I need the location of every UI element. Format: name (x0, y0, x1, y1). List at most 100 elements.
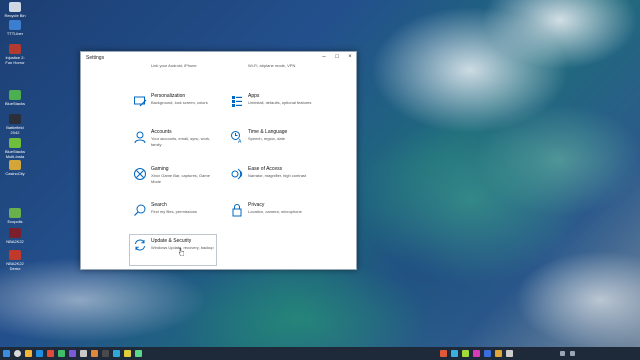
tile-name: Update & Security (151, 238, 192, 244)
settings-tile-personalization[interactable]: Personalization Background, lock screen,… (131, 92, 216, 120)
desktop-icon-battlefield[interactable]: Battlefield 2042 (2, 114, 28, 135)
settings-tile-phone[interactable]: Link your Android, iPhone (131, 63, 216, 81)
tile-description: Windows Update, recovery, backup (151, 245, 214, 250)
windows-start-icon[interactable] (3, 350, 10, 357)
apps-icon (232, 96, 242, 107)
tile-name: Search (151, 202, 167, 208)
app-icon (9, 20, 21, 30)
tile-description: Background, lock screen, colors (151, 100, 208, 105)
desktop-icon-recycle-bin[interactable]: Recycle Bin (2, 2, 28, 18)
tile-description: Your accounts, email, sync, work, family (151, 136, 211, 147)
settings-tile-network[interactable]: Wi-Fi, airplane mode, VPN (228, 63, 313, 81)
settings-home: Link your Android, iPhone Wi-Fi, airplan… (81, 63, 356, 269)
settings-tile-search[interactable]: Search Find my files, permissions (131, 201, 216, 229)
time-language-icon: A (231, 131, 242, 144)
app-icon[interactable] (69, 350, 76, 357)
app-icon (9, 90, 21, 100)
desktop-icon-label: BlueStacks (4, 101, 25, 106)
settings-tile-update-security[interactable]: Update & Security Windows Update, recove… (129, 234, 217, 266)
desktop-icon-label: Ecopolis (7, 219, 23, 224)
tile-description: Wi-Fi, airplane mode, VPN (248, 63, 296, 68)
browser-icon[interactable] (36, 350, 43, 357)
tile-description: Find my files, permissions (151, 209, 198, 214)
app-icon[interactable] (440, 350, 447, 357)
hand-cursor-icon (179, 248, 184, 256)
tile-name: Gaming (151, 166, 169, 172)
app-icon[interactable] (135, 350, 142, 357)
app-icon[interactable] (495, 350, 502, 357)
desktop-icon-bluestacks[interactable]: BlueStacks (2, 90, 28, 106)
settings-tile-gaming[interactable]: Gaming Xbox Game Bar, captures, Game Mod… (131, 165, 216, 193)
tile-description: Link your Android, iPhone (151, 63, 197, 68)
search-icon[interactable] (14, 350, 21, 357)
close-button[interactable]: × (344, 52, 356, 63)
desktop-icon-label: CasinoCity (5, 171, 25, 176)
game-icon (9, 114, 21, 124)
window-title: Settings (86, 55, 105, 61)
desktop-icon-label: NBA2K22 Demo (6, 261, 24, 271)
game-icon (9, 250, 21, 260)
recycle-bin-icon (9, 2, 21, 12)
tile-name: Ease of Access (248, 166, 283, 172)
app-icon[interactable] (124, 350, 131, 357)
tile-description: Narrator, magnifier, high contrast (248, 173, 307, 178)
volume-icon[interactable] (570, 351, 575, 356)
app-icon[interactable] (451, 350, 458, 357)
desktop-icon-tttliber[interactable]: TTTLiber (2, 20, 28, 36)
tile-description: Xbox Game Bar, captures, Game Mode (151, 173, 210, 184)
desktop-icon-label: Recycle Bin (4, 13, 26, 18)
tile-description: Speech, region, date (248, 136, 285, 141)
desktop-wallpaper: Recycle Bin TTTLiber Injustice 2: Fun Ho… (0, 0, 640, 360)
app-icon (9, 138, 21, 148)
app-icon[interactable] (506, 350, 513, 357)
app-icon[interactable] (58, 350, 65, 357)
desktop-icon-label: TTTLiber (6, 31, 24, 36)
xbox-icon (134, 168, 146, 180)
network-icon[interactable] (560, 351, 565, 356)
game-icon (9, 160, 21, 170)
settings-tile-privacy[interactable]: Privacy Location, camera, microphone (228, 201, 313, 229)
desktop-icon-label: NBA2K22 (6, 239, 24, 244)
desktop-icon-label: Battlefield 2042 (6, 125, 24, 135)
update-icon (135, 239, 145, 251)
settings-tile-apps[interactable]: Apps Uninstall, defaults, optional featu… (228, 92, 313, 120)
settings-window: Settings – □ × Link your Android, iPhone… (80, 51, 357, 270)
game-icon (9, 228, 21, 238)
app-icon[interactable] (91, 350, 98, 357)
title-bar[interactable]: Settings – □ × (81, 52, 356, 63)
desktop-icon-bluestacks-multi[interactable]: BlueStacks Multi-Insta (2, 138, 28, 159)
taskbar (0, 347, 640, 360)
file-explorer-icon[interactable] (25, 350, 32, 357)
app-icon[interactable] (102, 350, 109, 357)
desktop-icon-casinocity[interactable]: CasinoCity (2, 160, 28, 176)
app-icon[interactable] (462, 350, 469, 357)
desktop-icon-ecopolis[interactable]: Ecopolis (2, 208, 28, 224)
tile-name: Privacy (248, 202, 265, 208)
tile-name: Accounts (151, 129, 172, 135)
settings-tile-accounts[interactable]: Accounts Your accounts, email, sync, wor… (131, 128, 216, 156)
lock-icon (232, 204, 242, 217)
app-icon[interactable] (80, 350, 87, 357)
svg-text:A: A (238, 139, 242, 144)
minimize-button[interactable]: – (318, 52, 330, 63)
tile-name: Time & Language (248, 129, 288, 135)
search-icon (134, 204, 146, 216)
tile-description: Location, camera, microphone (248, 209, 302, 214)
tile-description: Uninstall, defaults, optional features (248, 100, 312, 105)
settings-tile-time-language[interactable]: A Time & Language Speech, region, date (228, 128, 313, 156)
ease-of-access-icon (231, 168, 243, 180)
maximize-button[interactable]: □ (331, 52, 343, 63)
desktop-icon-nba2k22[interactable]: NBA2K22 (2, 228, 28, 244)
tile-name: Apps (248, 93, 260, 99)
app-icon[interactable] (47, 350, 54, 357)
desktop-icon-label: BlueStacks Multi-Insta (4, 149, 25, 159)
desktop-icon-injustice[interactable]: Injustice 2: Fun Horror (2, 44, 28, 65)
game-icon (9, 208, 21, 218)
desktop-icon-label: Injustice 2: Fun Horror (5, 55, 25, 65)
desktop-icon-nba2k22-demo[interactable]: NBA2K22 Demo (2, 250, 28, 271)
app-icon[interactable] (113, 350, 120, 357)
app-icon[interactable] (484, 350, 491, 357)
settings-tile-ease-of-access[interactable]: Ease of Access Narrator, magnifier, high… (228, 165, 313, 193)
accounts-icon (134, 131, 146, 144)
app-icon[interactable] (473, 350, 480, 357)
